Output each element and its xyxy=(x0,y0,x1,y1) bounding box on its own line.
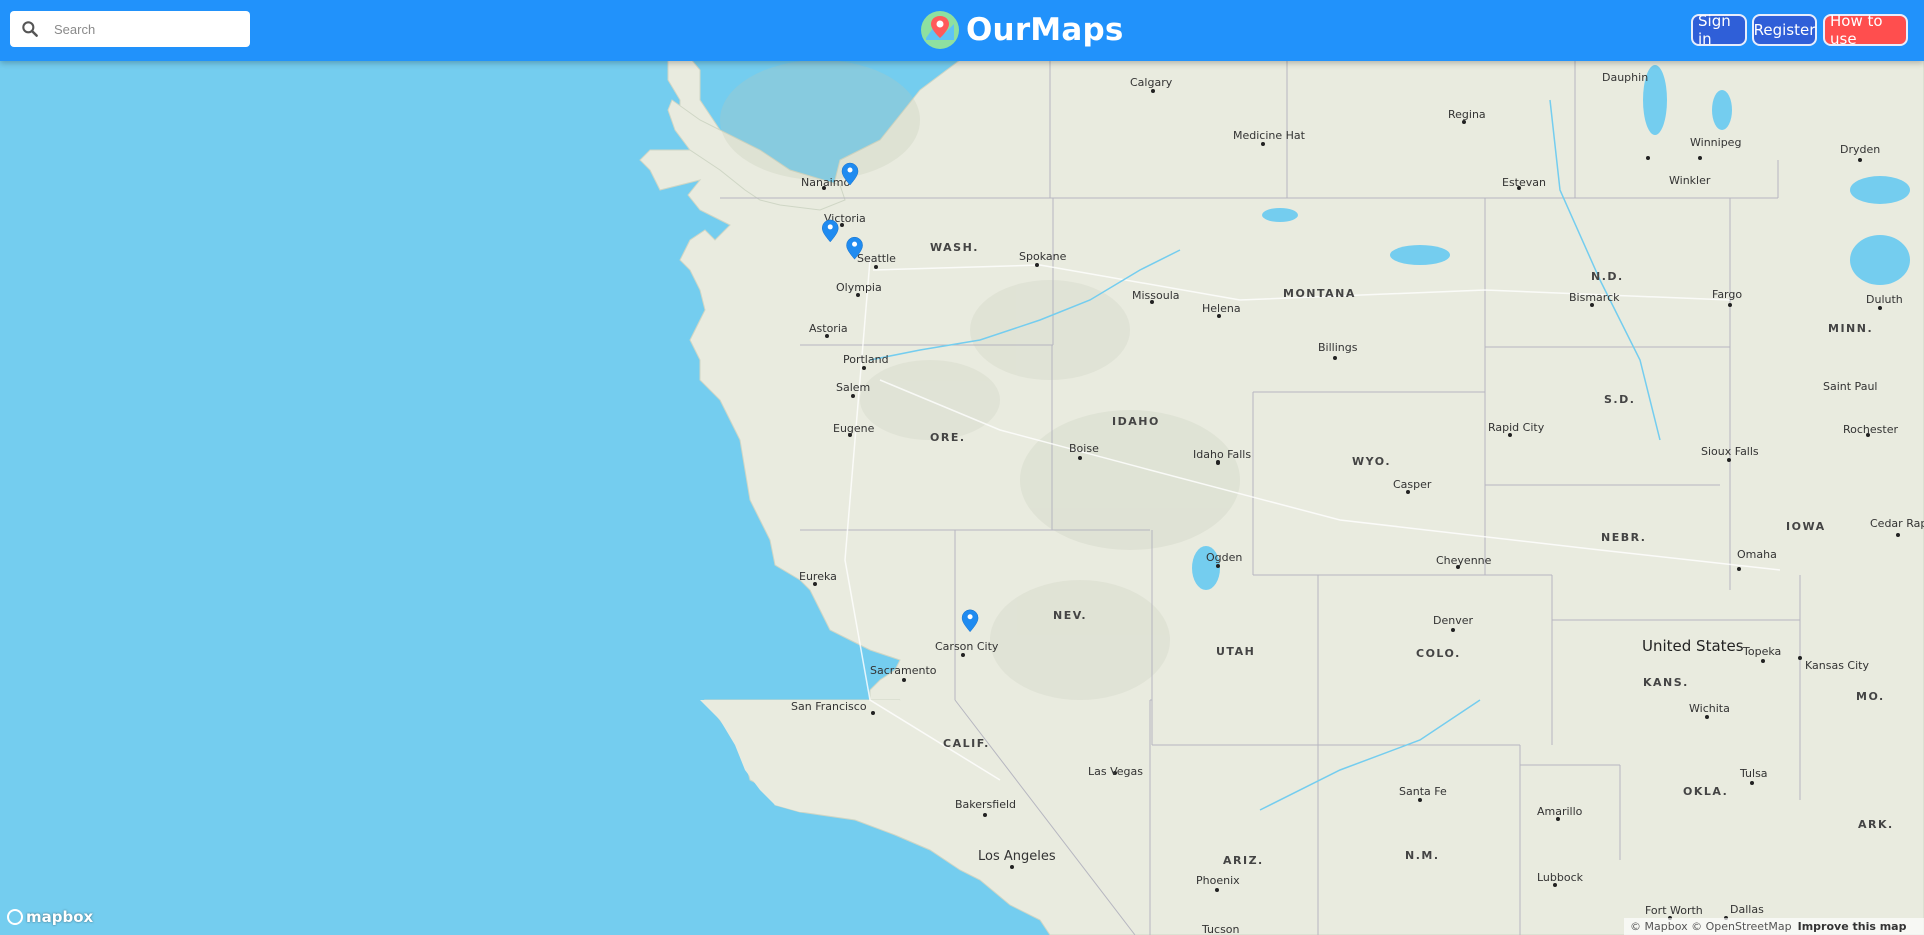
state-label: S.D. xyxy=(1604,393,1635,406)
city-label: Spokane xyxy=(1019,250,1067,263)
city-label: Phoenix xyxy=(1196,874,1240,887)
city-label: Saint Paul xyxy=(1823,380,1877,393)
search-icon xyxy=(22,21,38,37)
top-bar: OurMaps Sign in Register How to use xyxy=(0,0,1924,61)
mapbox-logo[interactable]: mapbox xyxy=(7,908,93,926)
city-label: Topeka xyxy=(1742,645,1781,658)
city-label: Denver xyxy=(1433,614,1473,627)
city-label: Winkler xyxy=(1669,174,1711,187)
city-label: Cedar Rapids xyxy=(1870,517,1924,530)
city-label: Fort Worth xyxy=(1645,904,1703,917)
search-input[interactable] xyxy=(52,20,236,38)
state-label: N.M. xyxy=(1405,849,1440,862)
attribution-text[interactable]: © Mapbox © OpenStreetMap xyxy=(1630,920,1792,933)
city-label: Sacramento xyxy=(870,664,937,677)
state-label: N.D. xyxy=(1591,270,1624,283)
city-label: Las Vegas xyxy=(1088,765,1143,778)
city-label: Dryden xyxy=(1840,143,1880,156)
city-label: Dauphin xyxy=(1602,71,1648,84)
state-label: COLO. xyxy=(1416,647,1461,660)
city-label: Tucson xyxy=(1201,923,1240,935)
map-logo-icon xyxy=(921,11,959,49)
map-marker-dot xyxy=(852,241,858,247)
city-label: Billings xyxy=(1318,341,1358,354)
city-label: Omaha xyxy=(1737,548,1777,561)
city-label: Rochester xyxy=(1843,423,1898,436)
city-label: Lubbock xyxy=(1537,871,1584,884)
country-label: United States xyxy=(1642,637,1744,655)
city-label: Winnipeg xyxy=(1690,136,1741,149)
city-label: Wichita xyxy=(1689,702,1730,715)
state-label: UTAH xyxy=(1216,645,1255,658)
state-label: CALIF. xyxy=(943,737,990,750)
city-label: Boise xyxy=(1069,442,1099,455)
city-label: Santa Fe xyxy=(1399,785,1447,798)
improve-map-link[interactable]: Improve this map xyxy=(1798,920,1907,933)
state-label: MINN. xyxy=(1828,322,1873,335)
state-label: OKLA. xyxy=(1683,785,1728,798)
search-box[interactable] xyxy=(10,11,250,47)
mapbox-logo-text: mapbox xyxy=(26,908,94,926)
city-label: Eugene xyxy=(833,422,875,435)
state-label: IOWA xyxy=(1786,520,1826,533)
city-label: Amarillo xyxy=(1537,805,1583,818)
city-label: Carson City xyxy=(935,640,999,653)
city-label: Regina xyxy=(1448,108,1486,121)
state-label: ARIZ. xyxy=(1223,854,1264,867)
city-label: Tulsa xyxy=(1739,767,1768,780)
map-marker-dot xyxy=(847,167,853,173)
brand-name: OurMaps xyxy=(966,12,1124,48)
state-label: MONTANA xyxy=(1283,287,1356,300)
state-label: WASH. xyxy=(930,241,979,254)
city-label: Cheyenne xyxy=(1436,554,1492,567)
map-marker-dot xyxy=(967,614,973,620)
state-label: WYO. xyxy=(1352,455,1391,468)
city-label: Rapid City xyxy=(1488,421,1545,434)
city-label: Seattle xyxy=(857,252,896,265)
city-label: Kansas City xyxy=(1805,659,1869,672)
city-label: Dallas xyxy=(1730,903,1764,916)
city-label: Ogden xyxy=(1206,551,1242,564)
city-label: Bakersfield xyxy=(955,798,1016,811)
city-label: Portland xyxy=(843,353,889,366)
city-label: Bismarck xyxy=(1569,291,1620,304)
city-label: San Francisco xyxy=(791,700,867,713)
state-label: ORE. xyxy=(930,431,966,444)
state-label: MO. xyxy=(1856,690,1885,703)
city-label: Fargo xyxy=(1712,288,1742,301)
city-label: Medicine Hat xyxy=(1233,129,1306,142)
map-marker-dot xyxy=(827,224,833,230)
state-label: IDAHO xyxy=(1112,415,1160,428)
sign-in-button[interactable]: Sign in xyxy=(1691,12,1747,48)
city-label: Salem xyxy=(836,381,870,394)
register-button[interactable]: Register xyxy=(1752,14,1817,46)
city-label: Duluth xyxy=(1866,293,1903,306)
state-label: NEV. xyxy=(1053,609,1087,622)
city-label: Eureka xyxy=(799,570,837,583)
city-label: Estevan xyxy=(1502,176,1546,189)
state-label: ARK. xyxy=(1858,818,1894,831)
city-label: Los Angeles xyxy=(978,849,1056,864)
city-label: Nanaimo xyxy=(801,176,850,189)
how-to-use-button[interactable]: How to use xyxy=(1823,12,1908,48)
attribution: © Mapbox © OpenStreetMap Improve this ma… xyxy=(1624,918,1924,935)
mapbox-logo-icon xyxy=(7,909,23,925)
brand[interactable]: OurMaps xyxy=(920,10,1124,50)
city-label: Missoula xyxy=(1132,289,1180,302)
city-label: Sioux Falls xyxy=(1701,445,1759,458)
city-label: Olympia xyxy=(836,281,882,294)
state-label: KANS. xyxy=(1643,676,1689,689)
city-label: Calgary xyxy=(1130,76,1173,89)
city-label: Astoria xyxy=(809,322,848,335)
city-label: Idaho Falls xyxy=(1193,448,1251,461)
city-label: Helena xyxy=(1202,302,1241,315)
map-canvas[interactable]: Calgary Dauphin Regina Winnipeg Medicine… xyxy=(0,0,1924,935)
state-label: NEBR. xyxy=(1601,531,1646,544)
city-label: Casper xyxy=(1393,478,1432,491)
